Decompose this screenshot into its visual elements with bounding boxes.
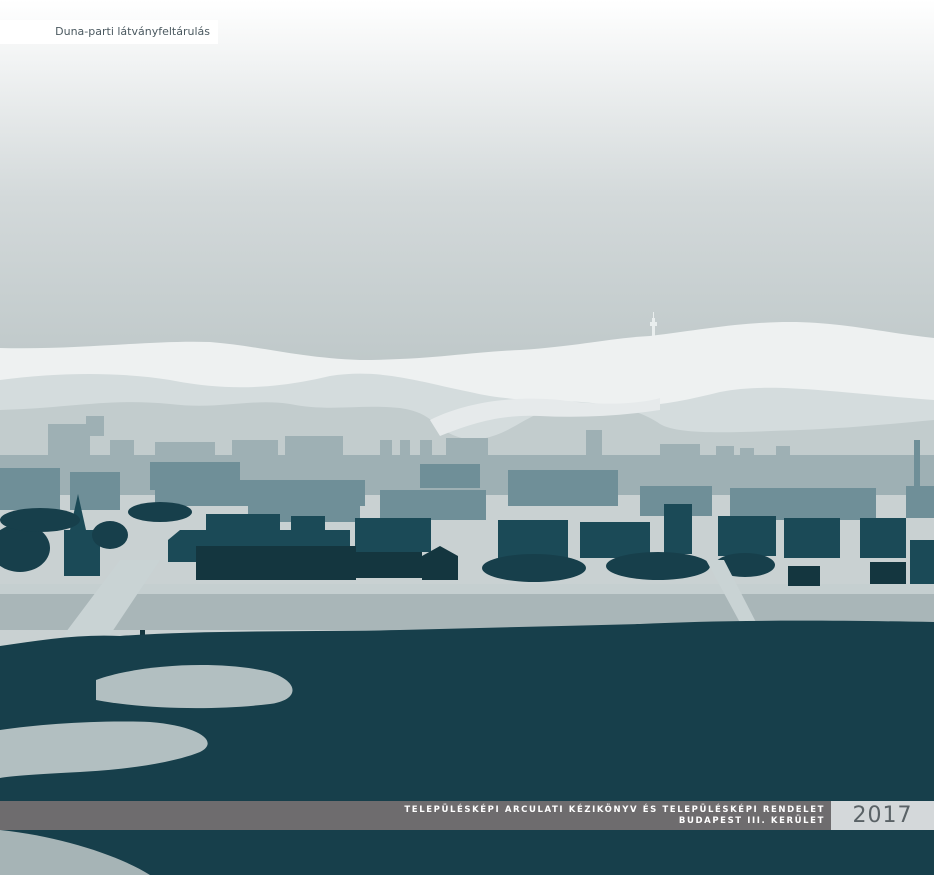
footer-title-line1: TELEPÜLÉSKÉPI ARCULATI KÉZIKÖNYV ÉS TELE… bbox=[404, 805, 825, 815]
city-panorama-illustration bbox=[0, 0, 934, 875]
year-box: 2017 bbox=[831, 801, 934, 830]
section-label: Duna-parti látványfeltárulás bbox=[0, 20, 218, 44]
footer-title-bar: TELEPÜLÉSKÉPI ARCULATI KÉZIKÖNYV ÉS TELE… bbox=[0, 801, 831, 830]
footer-band: TELEPÜLÉSKÉPI ARCULATI KÉZIKÖNYV ÉS TELE… bbox=[0, 801, 934, 830]
footer-title-line2: BUDAPEST III. KERÜLET bbox=[678, 816, 825, 826]
